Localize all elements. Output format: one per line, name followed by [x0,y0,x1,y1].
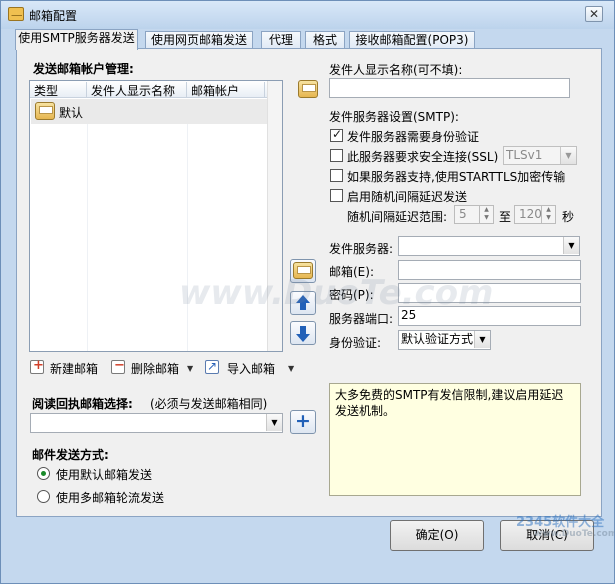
tab-webmail[interactable]: 使用网页邮箱发送 [145,31,253,49]
import-mailbox-icon[interactable] [205,359,219,374]
delay-range-to: 至 [499,210,512,224]
tab-proxy[interactable]: 代理 [261,31,301,49]
tab-format[interactable]: 格式 [305,31,345,49]
accounts-list-header: 类型 发件人显示名称 邮箱帐户 [30,81,282,98]
server-label: 发件服务器: [329,242,394,256]
mailbox-icon [35,102,55,120]
add-receipt-button[interactable]: + [290,410,316,434]
note-box: 大多免费的SMTP有发信限制,建议启用延迟发送机制。 [329,383,581,496]
auth-method-select[interactable]: 默认验证方式 ▼ [398,330,491,350]
mailbox-icon [8,7,24,21]
ok-button[interactable]: 确定(O) [390,520,484,551]
tab-smtp[interactable]: 使用SMTP服务器发送 [15,29,138,50]
ssl-label[interactable]: 此服务器要求安全连接(SSL) [347,148,498,165]
delete-mailbox-button[interactable]: 删除邮箱 [131,360,179,377]
column-display-name[interactable]: 发件人显示名称 [87,82,187,98]
watermark-corner: 2345软件大全 [516,515,605,530]
delay-max-spinner[interactable]: 120 ▲ ▼ [514,205,556,224]
auth-method-label: 身份验证: [329,336,382,350]
new-mailbox-icon[interactable] [30,358,44,374]
window-title: 邮箱配置 [29,9,78,23]
radio-default-label[interactable]: 使用默认邮箱发送 [56,466,152,483]
mailbox-config-window: 邮箱配置 ✕ 使用SMTP服务器发送 使用网页邮箱发送 代理 格式 接收邮箱配置… [0,0,615,584]
plus-icon: + [295,410,311,432]
starttls-checkbox[interactable] [330,169,343,182]
auth-method-value: 默认验证方式 [401,332,474,346]
server-combo[interactable]: ▼ [398,236,580,256]
ssl-version-select[interactable]: TLSv1 ▼ [503,146,577,165]
delay-max-value: 120 [519,207,542,221]
ssl-checkbox[interactable] [330,149,343,162]
watermark-text: www.DuoTe.com [179,273,494,313]
ssl-version-value: TLSv1 [506,148,543,162]
column-divider [187,99,188,351]
send-mode-label: 邮件发送方式: [32,448,109,462]
sender-name-label: 发件人显示名称(可不填): [329,63,463,77]
arrow-down-icon [296,334,310,342]
new-mailbox-button[interactable]: 新建邮箱 [50,360,98,377]
receipt-hint: (必须与发送邮箱相同) [150,397,268,411]
delay-min-value: 5 [459,207,467,221]
title-bar: 邮箱配置 ✕ [1,1,614,29]
tab-pop3[interactable]: 接收邮箱配置(POP3) [349,31,475,49]
smtp-section-label: 发件服务器设置(SMTP): [329,110,459,124]
sender-name-input[interactable] [329,78,570,98]
delay-range-label: 随机间隔延迟范围: [347,210,448,224]
chevron-down-icon[interactable]: ▼ [474,331,490,348]
radio-rotate-mailboxes[interactable] [37,490,50,503]
column-divider [87,99,88,351]
receipt-combo[interactable]: ▼ [30,413,283,433]
list-item[interactable]: 默认 [31,99,267,124]
delete-dropdown-icon[interactable]: ▼ [187,364,193,373]
import-mailbox-button[interactable]: 导入邮箱 [227,360,275,377]
receipt-label: 阅读回执邮箱选择: [32,397,133,411]
radio-rotate-label[interactable]: 使用多邮箱轮流发送 [56,489,164,506]
spinner-arrows-icon[interactable]: ▲ ▼ [541,206,555,223]
account-type: 默认 [59,106,84,120]
radio-default-mailbox[interactable] [37,467,50,480]
delay-label[interactable]: 启用随机间隔延迟发送 [347,188,467,205]
delete-mailbox-icon[interactable] [111,358,125,374]
watermark-corner-sub: www.DuoTe.com [534,529,615,539]
chevron-down-icon[interactable]: ▼ [560,147,576,164]
mailbox-icon [298,80,318,98]
delay-checkbox[interactable] [330,189,343,202]
import-dropdown-icon[interactable]: ▼ [288,364,294,373]
arrow-down-stem [300,326,306,334]
auth-required-checkbox[interactable] [330,127,343,142]
column-type[interactable]: 类型 [30,82,87,98]
accounts-section-label: 发送邮箱帐户管理: [33,62,134,76]
column-account[interactable]: 邮箱帐户 [187,82,265,98]
spinner-arrows-icon[interactable]: ▲ ▼ [479,206,493,223]
move-down-button[interactable] [290,321,316,345]
delay-unit: 秒 [562,210,575,224]
auth-required-label[interactable]: 发件服务器需要身份验证 [347,128,479,145]
close-button[interactable]: ✕ [585,6,603,22]
chevron-down-icon[interactable]: ▼ [563,237,579,254]
starttls-label[interactable]: 如果服务器支持,使用STARTTLS加密传输 [347,168,565,185]
chevron-down-icon[interactable]: ▼ [266,414,282,431]
delay-min-spinner[interactable]: 5 ▲ ▼ [454,205,494,224]
